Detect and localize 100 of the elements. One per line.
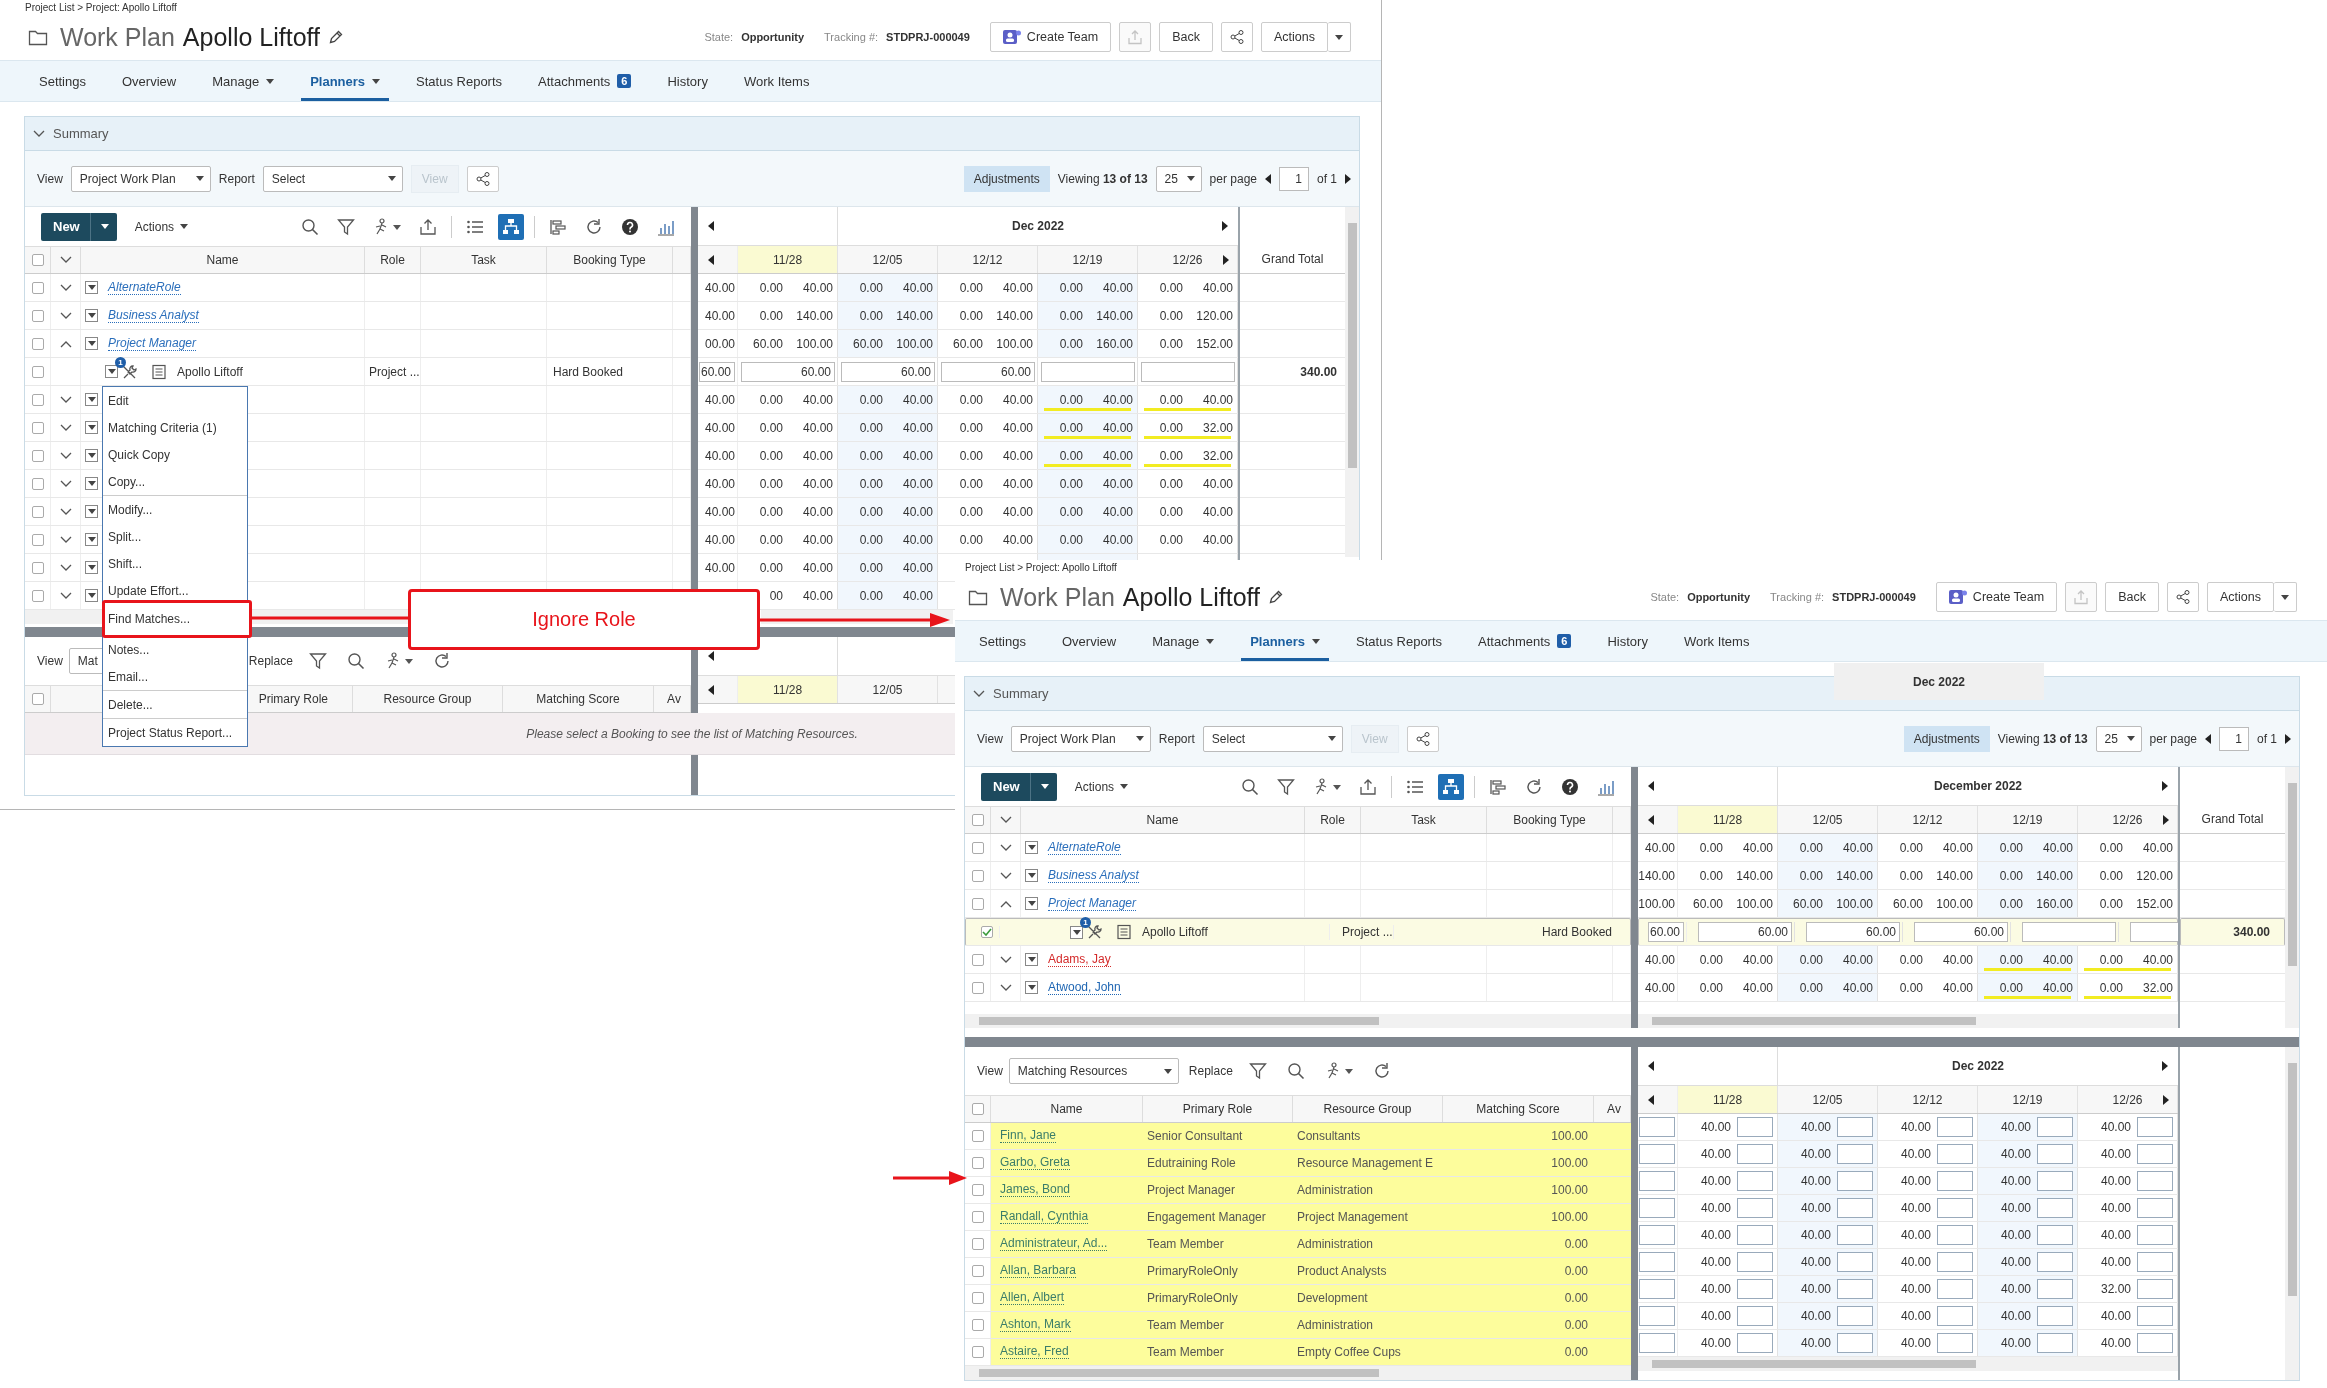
breadcrumb[interactable]: Project List > Project: Apollo Liftoff [25,1,177,13]
input-field[interactable] [2137,1306,2173,1326]
chevron-up-icon[interactable] [999,899,1012,908]
chevron-down-icon[interactable] [999,983,1012,992]
nav-tab[interactable]: Settings [30,61,95,101]
actions-button[interactable]: Actions [2207,582,2274,612]
input-field[interactable] [2137,1144,2173,1164]
column-header[interactable]: Av [667,692,681,706]
pencil-icon[interactable] [1268,589,1284,605]
column-header[interactable]: Primary Role [258,692,328,706]
menu-item[interactable]: Email... [103,663,247,690]
row-checkbox[interactable] [31,505,44,518]
input-field[interactable] [1639,1171,1675,1191]
effort-field[interactable]: 60.00 [741,361,835,382]
row-menu-button[interactable] [85,393,98,406]
effort-field[interactable]: 60.00 [1914,922,2008,942]
adjustments-button[interactable]: Adjustments [1903,725,1990,752]
breadcrumb[interactable]: Project List > Project: Apollo Liftoff [965,561,1117,573]
nav-tab[interactable]: Attachments 6 [1469,621,1581,661]
nav-tab[interactable]: Overview [1053,621,1126,661]
row-checkbox[interactable] [980,926,993,938]
select-all-checkbox[interactable] [31,254,44,266]
view-dropdown[interactable]: Project Work Plan [70,165,211,192]
pencil-icon[interactable] [328,29,344,45]
row-checkbox[interactable] [971,1130,984,1142]
chevron-down-icon[interactable] [999,871,1012,880]
chevron-down-icon[interactable] [59,423,72,432]
select-all-checkbox[interactable] [971,814,984,826]
nav-tab[interactable]: History [658,61,717,101]
input-field[interactable] [2037,1144,2073,1164]
column-header[interactable]: Primary Role [1182,1102,1253,1116]
column-header[interactable]: Name [1146,813,1179,827]
chevron-down-icon[interactable] [59,479,72,488]
resource-link[interactable]: Astaire, Fred [1000,1345,1069,1359]
create-team-button[interactable]: Create Team [1935,582,2058,612]
resource-link[interactable]: Garbo, Greta [1000,1156,1071,1170]
input-field[interactable] [2137,1279,2173,1299]
role-link[interactable]: Project Manager [1048,896,1137,911]
role-link[interactable]: Business Analyst [1048,868,1139,883]
chevron-down-icon[interactable] [59,535,72,544]
resource-link[interactable]: Allen, Albert [1000,1291,1065,1305]
chevron-down-icon[interactable] [59,283,72,292]
scrollbar[interactable] [1345,207,1359,557]
select-all-checkbox[interactable] [31,693,44,705]
row-checkbox[interactable] [971,869,984,882]
previous-icon[interactable] [708,651,714,661]
nav-tab[interactable]: Work Items [734,61,819,101]
input-field[interactable] [1737,1252,1773,1272]
input-field[interactable] [1639,1144,1675,1164]
actions-menu[interactable]: Actions [1074,779,1129,794]
row-checkbox[interactable] [971,841,984,854]
row-checkbox[interactable] [971,1211,984,1223]
page-field[interactable]: 1 [1279,166,1309,191]
column-header[interactable]: Role [1320,813,1345,827]
row-checkbox[interactable] [31,533,44,546]
select-all-checkbox[interactable] [971,1103,984,1115]
column-header[interactable]: Resource Group [383,692,472,706]
menu-item[interactable]: Copy... [103,468,247,495]
chevron-down-icon[interactable] [59,451,72,460]
input-field[interactable] [1937,1333,1973,1353]
nav-tab[interactable]: Work Items [1674,621,1759,661]
resource-link[interactable]: Administrateur, Ad... [1000,1237,1108,1251]
next-icon[interactable] [1222,221,1228,231]
replace-button[interactable]: Replace [1188,1064,1233,1078]
share-button[interactable] [2167,582,2199,612]
nav-tab[interactable]: Status Reports [1347,621,1452,661]
nav-tab[interactable]: Planners [301,61,390,101]
nav-tab[interactable]: Manage [203,61,284,101]
input-field[interactable] [1937,1144,1973,1164]
input-field[interactable] [2037,1279,2073,1299]
previous-icon[interactable] [1648,814,1654,825]
share-button[interactable] [1406,725,1439,752]
effort-field[interactable] [2022,922,2116,942]
effort-field[interactable]: 60.00 [841,361,935,382]
menu-item[interactable]: Split... [103,523,247,550]
input-field[interactable] [1837,1117,1873,1137]
column-header[interactable]: Name [206,253,239,267]
resource-link[interactable]: Allan, Barbara [1000,1264,1077,1278]
row-checkbox[interactable] [31,281,44,294]
next-icon[interactable] [2163,1095,2169,1105]
input-field[interactable] [1639,1252,1675,1272]
previous-icon[interactable] [1648,1094,1654,1105]
menu-item[interactable]: Shift... [103,550,247,577]
input-field[interactable] [2037,1333,2073,1353]
row-checkbox[interactable] [31,337,44,350]
column-header[interactable]: Task [1411,813,1436,827]
menu-item[interactable]: Notes... [103,636,247,663]
previous-icon[interactable] [1648,781,1654,791]
row-checkbox[interactable] [31,365,44,378]
input-field[interactable] [1737,1306,1773,1326]
view-dropdown[interactable]: Project Work Plan [1010,725,1151,752]
resource-link[interactable]: Ashton, Mark [1000,1318,1071,1332]
input-field[interactable] [1937,1252,1973,1272]
row-checkbox[interactable] [971,897,984,910]
scrollbar[interactable] [2285,767,2299,1028]
next-icon[interactable] [2285,733,2291,744]
row-checkbox[interactable] [31,561,44,574]
input-field[interactable] [2137,1333,2173,1353]
input-field[interactable] [1937,1171,1973,1191]
row-menu-button[interactable] [85,421,98,434]
